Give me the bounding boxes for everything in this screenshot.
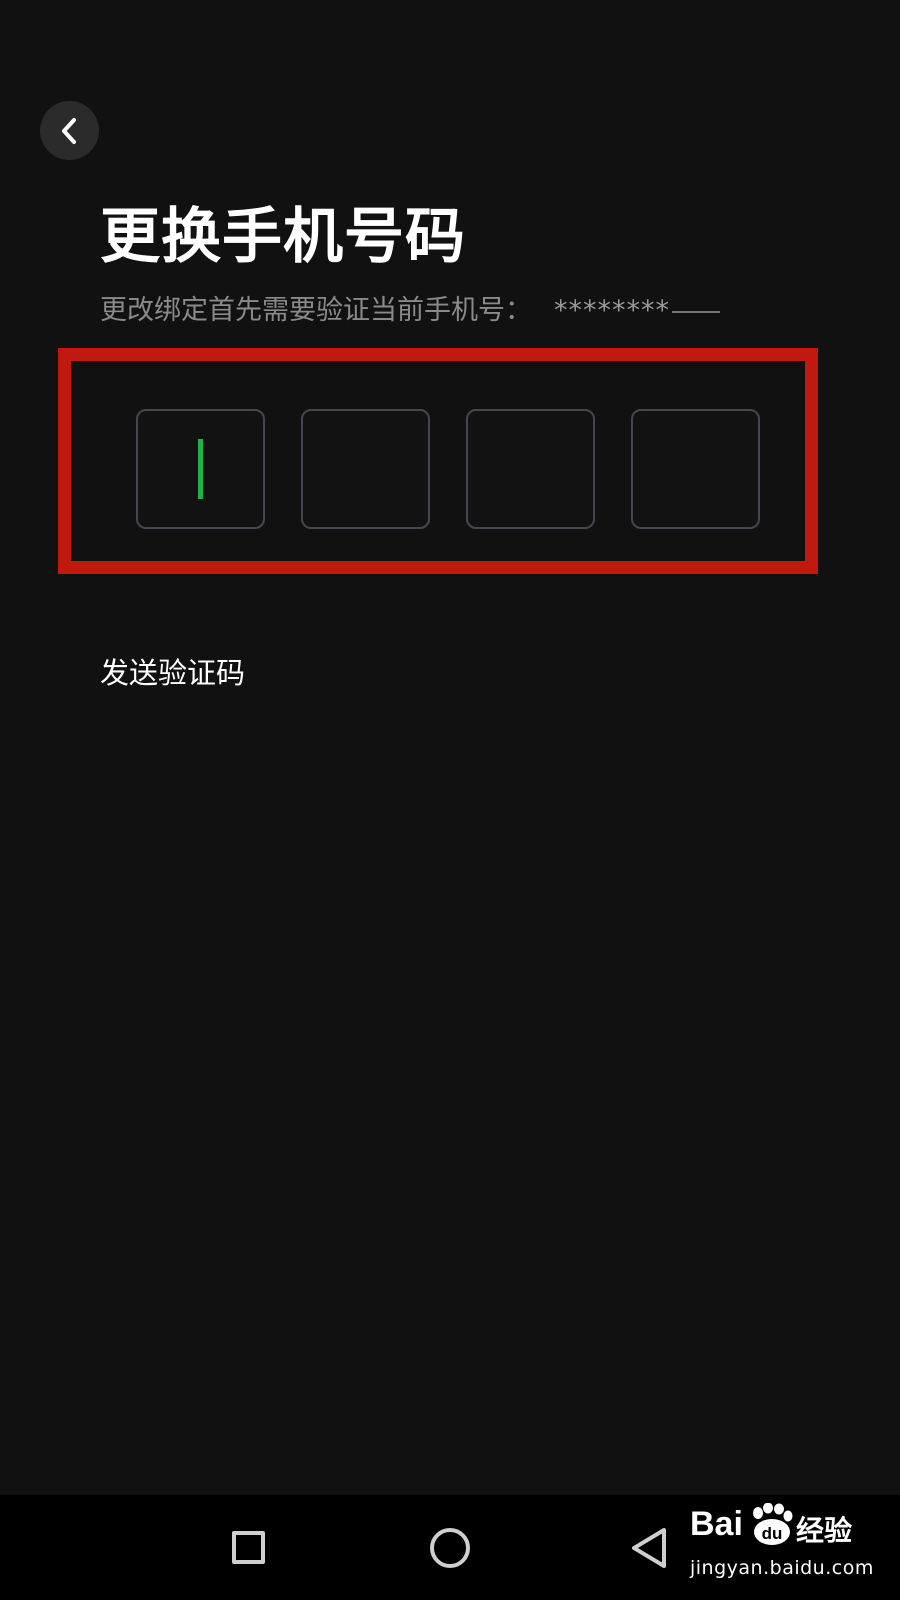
code-input-4[interactable]	[631, 409, 760, 529]
code-input-3[interactable]	[466, 409, 595, 529]
subtitle-text: 更改绑定首先需要验证当前手机号：	[100, 295, 532, 326]
code-input-2[interactable]	[301, 409, 430, 529]
back-button[interactable]	[40, 101, 99, 160]
input-caret	[198, 439, 203, 499]
watermark-paw-text: du	[762, 1524, 783, 1543]
watermark-brand-text: Bai	[690, 1505, 743, 1543]
chevron-left-icon	[61, 117, 76, 144]
baidu-jingyan-watermark: Bai du 经验 jingyan.baidu.com	[690, 1503, 890, 1595]
code-input-1[interactable]	[136, 409, 265, 529]
subtitle: 更改绑定首先需要验证当前手机号： ********	[100, 288, 720, 327]
baidu-paw-icon: du	[753, 1503, 793, 1545]
home-circle-icon[interactable]	[430, 1528, 470, 1568]
back-triangle-icon[interactable]	[630, 1526, 670, 1570]
recents-square-icon[interactable]	[232, 1531, 265, 1564]
redaction-scribble	[672, 310, 720, 313]
watermark-cn-text: 经验	[796, 1514, 853, 1547]
watermark-url: jingyan.baidu.com	[690, 1557, 874, 1579]
masked-phone-number: ********	[554, 295, 670, 326]
page-title: 更换手机号码	[100, 202, 466, 272]
send-code-link[interactable]: 发送验证码	[100, 650, 245, 692]
